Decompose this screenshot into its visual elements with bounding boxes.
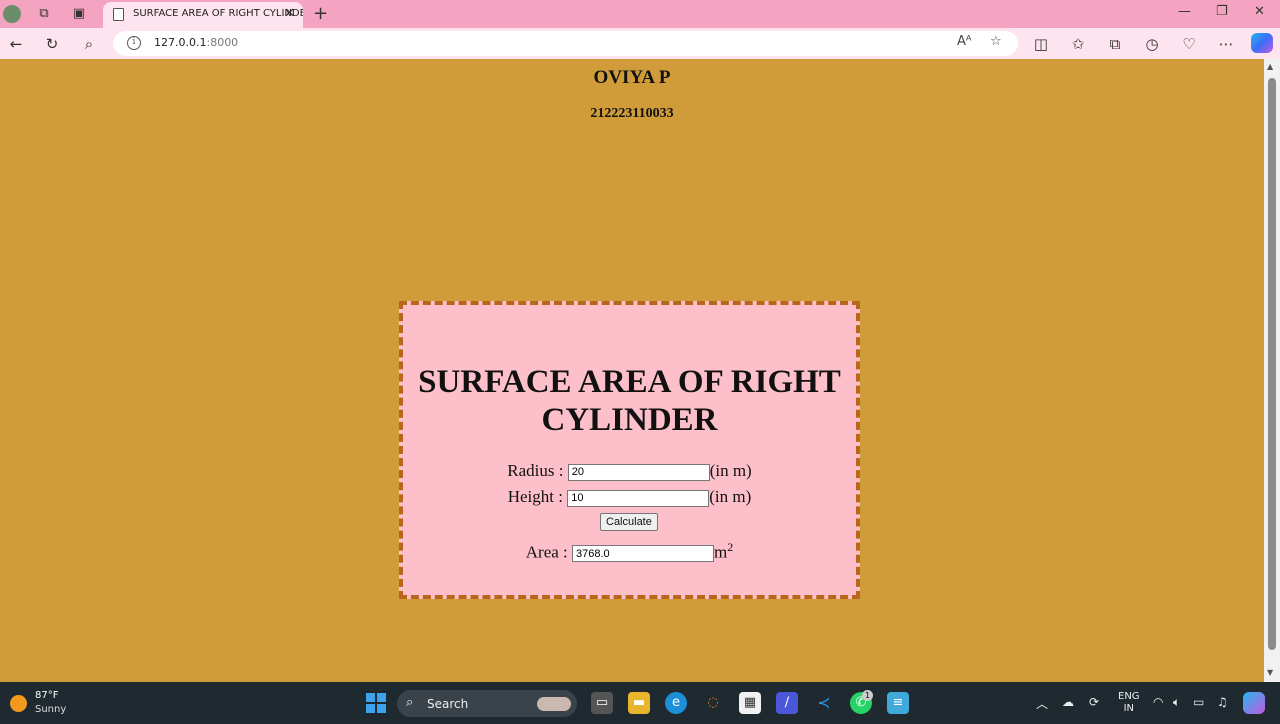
- area-unit-exponent: 2: [727, 540, 734, 554]
- copilot-icon[interactable]: [1251, 33, 1273, 53]
- start-windows-icon[interactable]: [366, 693, 386, 713]
- page-viewport: OVIYA P 212223110033 SURFACE AREA OF RIG…: [0, 59, 1264, 682]
- address-bar[interactable]: i 127.0.0.1:8000 Aᴬ ☆: [113, 31, 1018, 56]
- search-icon: ⌕: [406, 695, 414, 710]
- scroll-down-icon[interactable]: ▼: [1267, 668, 1273, 677]
- whatsapp-badge: 1: [862, 690, 873, 701]
- weather-description[interactable]: Sunny: [35, 704, 66, 715]
- area-output[interactable]: [572, 545, 715, 563]
- scroll-thumb[interactable]: [1268, 78, 1276, 650]
- minimize-icon[interactable]: —: [1178, 4, 1191, 19]
- radius-input[interactable]: [567, 463, 710, 481]
- tab-actions-icon[interactable]: ▣: [70, 5, 88, 23]
- copilot-taskbar-icon[interactable]: [1243, 692, 1265, 714]
- microsoft-store-icon[interactable]: ▦: [739, 692, 761, 714]
- page-scrollbar[interactable]: ▲ ▼: [1264, 59, 1280, 682]
- height-row: Height : (in m): [403, 487, 856, 507]
- tab-title: SURFACE AREA OF RIGHT CYLINDER: [133, 8, 303, 19]
- taskbar-search-label: Search: [427, 697, 469, 711]
- url-text[interactable]: 127.0.0.1:8000: [154, 36, 238, 49]
- volume-icon[interactable]: 🔈︎: [1173, 695, 1180, 710]
- browser-tab-bar: ⧉ ▣ SURFACE AREA OF RIGHT CYLINDER ✕ + —…: [0, 0, 1280, 28]
- window-close-icon[interactable]: ✕: [1254, 4, 1265, 19]
- show-hidden-icons-icon[interactable]: ︿: [1036, 695, 1048, 712]
- radius-row: Radius : (in m): [403, 461, 856, 481]
- area-label: Area :: [525, 542, 568, 562]
- notepad-icon[interactable]: ≡: [887, 692, 909, 714]
- refresh-icon[interactable]: ↻: [42, 34, 62, 54]
- more-menu-icon[interactable]: ⋯: [1216, 34, 1236, 54]
- scroll-up-icon[interactable]: ▲: [1267, 62, 1273, 71]
- workspaces-icon[interactable]: ⧉: [35, 5, 53, 23]
- browser-nav-bar: ← ↻ ⌕ i 127.0.0.1:8000 Aᴬ ☆ ◫ ✩ ⧉ ◷ ♡ ⋯: [0, 28, 1280, 59]
- weather-sun-icon[interactable]: [10, 695, 27, 712]
- page-heading: SURFACE AREA OF RIGHT CYLINDER: [418, 364, 841, 438]
- page-favicon-icon: [113, 8, 124, 21]
- read-aloud-icon[interactable]: Aᴬ: [957, 34, 972, 49]
- input-language[interactable]: ENG IN: [1118, 691, 1140, 715]
- height-label: Height :: [507, 487, 563, 506]
- radius-label: Radius :: [507, 461, 564, 480]
- student-name: OVIYA P: [593, 67, 671, 88]
- notification-bell-icon[interactable]: ♫︎: [1217, 695, 1228, 709]
- maximize-icon[interactable]: ❐: [1216, 4, 1228, 19]
- split-screen-icon[interactable]: ◫: [1031, 34, 1051, 54]
- taskbar-search[interactable]: ⌕ Search: [397, 690, 577, 717]
- radius-unit: (in m): [709, 461, 752, 480]
- task-view-icon[interactable]: ▭: [591, 692, 613, 714]
- search-icon[interactable]: ⌕: [79, 34, 99, 54]
- windows-taskbar: 87°F Sunny ⌕ Search ▭ ▬ e ◌ ▦ ∕ ≺ ✆ 1 ≡ …: [0, 682, 1280, 724]
- site-info-icon[interactable]: i: [127, 36, 141, 50]
- profile-avatar-icon[interactable]: [3, 5, 21, 23]
- favorites-icon[interactable]: ✩: [1068, 34, 1088, 54]
- favorite-star-icon[interactable]: ☆: [990, 34, 1002, 49]
- active-tab[interactable]: SURFACE AREA OF RIGHT CYLINDER ✕: [103, 2, 303, 28]
- back-icon[interactable]: ←: [6, 34, 26, 54]
- search-highlight-image: [537, 697, 571, 711]
- weather-temperature[interactable]: 87°F: [35, 690, 58, 701]
- register-number: 212223110033: [590, 106, 674, 121]
- calculate-button[interactable]: Calculate: [600, 513, 658, 531]
- tab-close-icon[interactable]: ✕: [284, 2, 295, 26]
- height-input[interactable]: [567, 489, 710, 507]
- collections-icon[interactable]: ⧉: [1105, 34, 1125, 54]
- edge-browser-icon[interactable]: e: [665, 692, 687, 714]
- height-unit: (in m): [709, 487, 752, 506]
- battery-icon[interactable]: ▭: [1193, 695, 1204, 709]
- mathway-app-icon[interactable]: ∕: [776, 692, 798, 714]
- calculator-card: SURFACE AREA OF RIGHT CYLINDER Radius : …: [399, 301, 860, 599]
- onedrive-cloud-icon[interactable]: ☁: [1062, 695, 1074, 709]
- area-row: Area : m2: [403, 540, 856, 563]
- wifi-icon[interactable]: ◠: [1153, 695, 1163, 709]
- area-unit: m: [714, 542, 728, 562]
- jupyter-app-icon[interactable]: ◌: [702, 692, 724, 714]
- history-icon[interactable]: ◷: [1142, 34, 1162, 54]
- new-tab-icon[interactable]: +: [313, 3, 328, 24]
- file-explorer-icon[interactable]: ▬: [628, 692, 650, 714]
- sync-icon[interactable]: ⟳: [1089, 695, 1099, 709]
- vscode-icon[interactable]: ≺: [813, 692, 835, 714]
- browser-essentials-icon[interactable]: ♡: [1179, 34, 1199, 54]
